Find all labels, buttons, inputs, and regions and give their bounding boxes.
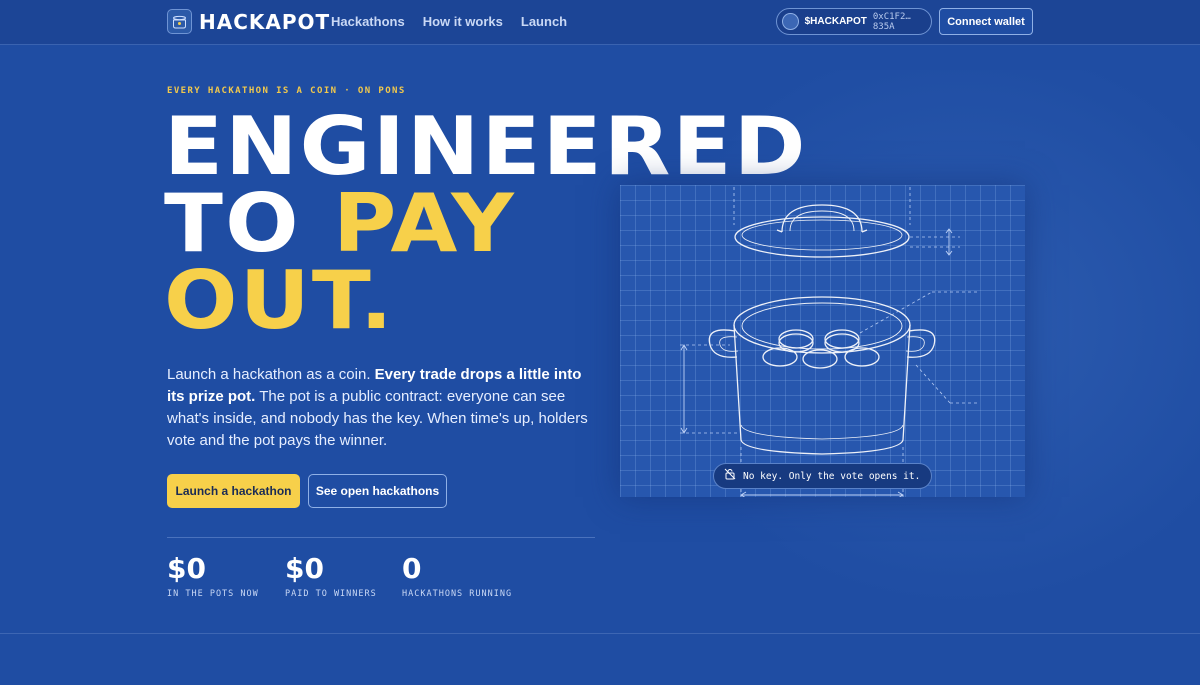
pot-logo-icon bbox=[167, 9, 192, 34]
lock-off-icon bbox=[724, 467, 736, 485]
pot-blueprint-icon bbox=[680, 187, 980, 497]
top-nav: HACKAPOT Hackathons How it works Launch … bbox=[0, 0, 1200, 45]
launch-hackathon-button[interactable]: Launch a hackathon bbox=[167, 474, 300, 508]
stat-running: 0 HACKATHONS RUNNING bbox=[402, 552, 512, 599]
stat-paid: $0 PAID TO WINNERS bbox=[285, 552, 377, 599]
stat-label: IN THE POTS NOW bbox=[167, 589, 259, 599]
see-open-hackathons-button[interactable]: See open hackathons bbox=[308, 474, 447, 508]
nav-link-hackathons[interactable]: Hackathons bbox=[331, 14, 405, 29]
section-divider bbox=[0, 633, 1200, 634]
headline-line-1: ENGINEERED bbox=[164, 100, 808, 193]
token-name: $HACKAPOT bbox=[804, 16, 867, 27]
brand[interactable]: HACKAPOT bbox=[167, 9, 330, 34]
illustration-caption: No key. Only the vote opens it. bbox=[713, 463, 932, 489]
stat-label: PAID TO WINNERS bbox=[285, 589, 377, 599]
token-avatar-icon bbox=[782, 13, 799, 30]
stats-divider bbox=[167, 537, 595, 538]
nav-links: Hackathons How it works Launch bbox=[331, 14, 567, 29]
hero-lede: Launch a hackathon as a coin. Every trad… bbox=[167, 364, 592, 452]
connect-wallet-button[interactable]: Connect wallet bbox=[939, 8, 1033, 35]
hero-eyebrow: EVERY HACKATHON IS A COIN · ON PONS bbox=[167, 86, 406, 96]
caption-text: No key. Only the vote opens it. bbox=[743, 470, 921, 482]
lede-part-1: Launch a hackathon as a coin. bbox=[167, 366, 375, 383]
token-address: 0xC1F2…835A bbox=[872, 11, 911, 32]
stat-value: $0 bbox=[167, 552, 206, 585]
stat-label: HACKATHONS RUNNING bbox=[402, 589, 513, 599]
token-pill[interactable]: $HACKAPOT 0xC1F2…835A bbox=[776, 8, 932, 35]
brand-name: HACKAPOT bbox=[199, 9, 331, 34]
pot-blueprint-illustration bbox=[620, 185, 1025, 497]
stat-value: 0 bbox=[402, 552, 422, 585]
nav-link-how-it-works[interactable]: How it works bbox=[423, 14, 503, 29]
stat-pots: $0 IN THE POTS NOW bbox=[167, 552, 259, 599]
nav-link-launch[interactable]: Launch bbox=[521, 14, 567, 29]
stat-value: $0 bbox=[285, 552, 324, 585]
